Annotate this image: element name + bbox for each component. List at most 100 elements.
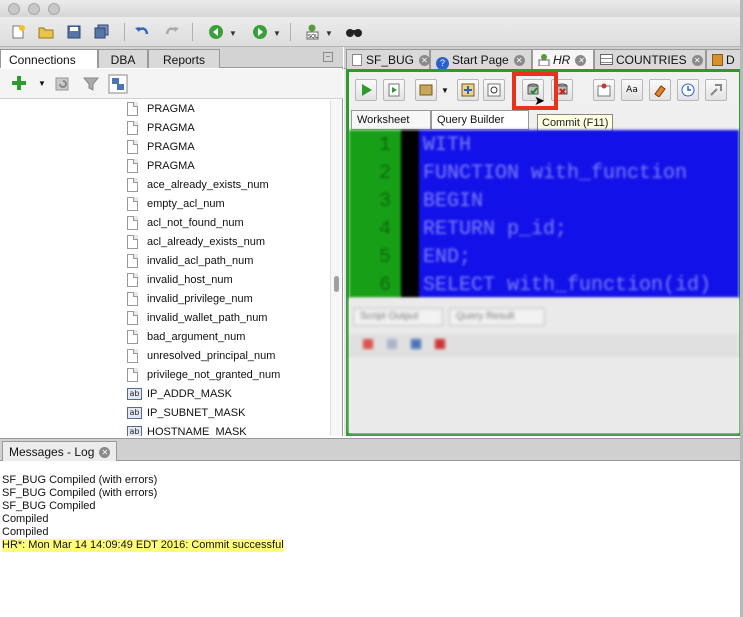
worksheet-frame: ▼ Aa ➤ Commit (F11) Worksheet Query Buil…	[346, 69, 742, 436]
code-line: FUNCTION with_function	[423, 162, 688, 185]
tab-hr[interactable]: HR ✕	[532, 49, 594, 69]
tab-sf-bug-label: SF_BUG	[366, 53, 415, 67]
forward-dropdown-icon[interactable]: ▼	[273, 29, 281, 38]
close-icon[interactable]: ✕	[99, 447, 111, 458]
tab-sf-bug[interactable]: SF_BUG ✕	[346, 49, 431, 69]
tab-hr-label: HR	[553, 53, 571, 67]
tools-icon[interactable]	[705, 79, 727, 101]
sql-code-editor[interactable]: 1 WITH 2 FUNCTION with_function 3 BEGIN …	[349, 130, 739, 298]
autotrace-icon[interactable]	[415, 79, 437, 101]
line-number: 5	[379, 246, 392, 269]
tree-item[interactable]: bad_argument_num	[127, 328, 245, 346]
tree-item[interactable]: unresolved_principal_num	[127, 347, 275, 365]
close-icon[interactable]: ✕	[419, 55, 431, 66]
tab-dba[interactable]: DBA	[98, 49, 148, 68]
save-output-icon[interactable]	[411, 339, 421, 349]
tree-item-label: ace_already_exists_num	[147, 179, 269, 191]
tab-worksheet[interactable]: Worksheet	[351, 110, 431, 130]
close-icon[interactable]: ✕	[691, 55, 703, 66]
run-script-icon[interactable]	[383, 79, 405, 101]
clear-output-icon[interactable]	[387, 339, 397, 349]
code-line: END;	[423, 246, 472, 269]
minimize-panel-icon[interactable]: –	[323, 52, 333, 62]
find-icon[interactable]	[344, 22, 364, 42]
save-all-icon[interactable]	[92, 22, 112, 42]
tree-item[interactable]: ace_already_exists_num	[127, 176, 269, 194]
add-connection-icon[interactable]	[10, 74, 28, 95]
save-icon[interactable]	[64, 22, 84, 42]
filter-icon[interactable]	[82, 75, 100, 96]
redo-icon[interactable]	[162, 22, 182, 42]
sql-worksheet-icon[interactable]: SQL	[302, 22, 322, 42]
tree-item[interactable]: PRAGMA	[127, 157, 195, 175]
tree-item[interactable]: invalid_wallet_path_num	[127, 309, 267, 327]
tree-item[interactable]: invalid_privilege_num	[127, 290, 253, 308]
table-icon	[600, 54, 613, 65]
close-icon[interactable]: ✕	[575, 55, 587, 66]
run-statement-icon[interactable]	[355, 79, 377, 101]
back-dropdown-icon[interactable]: ▼	[229, 29, 237, 38]
toolbar-separator	[290, 23, 291, 41]
refresh-icon[interactable]	[54, 75, 72, 96]
tab-countries[interactable]: COUNTRIES ✕	[594, 49, 706, 69]
explain-plan-icon[interactable]	[457, 79, 479, 101]
tree-item[interactable]: privilege_not_granted_num	[127, 366, 280, 384]
log-line-commit-success: HR*: Mon Mar 14 14:09:49 EDT 2016: Commi…	[2, 539, 284, 552]
tab-messages-log[interactable]: Messages - Log ✕	[2, 441, 118, 461]
tree-item[interactable]: ab HOSTNAME_MASK	[127, 423, 247, 436]
stop-icon[interactable]	[363, 339, 373, 349]
clear-icon[interactable]	[649, 79, 671, 101]
toolbar-separator	[124, 23, 125, 41]
tab-query-builder[interactable]: Query Builder	[431, 110, 529, 130]
autotrace-dropdown-icon[interactable]: ▼	[441, 86, 449, 95]
history-icon[interactable]	[677, 79, 699, 101]
tab-reports[interactable]: Reports	[148, 49, 220, 68]
new-file-icon[interactable]	[8, 22, 28, 42]
tree-item-label: PRAGMA	[147, 141, 195, 153]
open-icon[interactable]	[36, 22, 56, 42]
add-connection-dropdown-icon[interactable]: ▼	[38, 79, 46, 88]
tree-item[interactable]: invalid_host_num	[127, 271, 233, 289]
back-icon[interactable]	[206, 22, 226, 42]
tree-item[interactable]: ab IP_ADDR_MASK	[127, 385, 232, 403]
tree-item[interactable]: empty_acl_num	[127, 195, 225, 213]
tab-start-page[interactable]: ? Start Page ✕	[430, 49, 532, 70]
schema-browser-icon[interactable]	[108, 74, 128, 97]
tree-item[interactable]: ab IP_SUBNET_MASK	[127, 404, 245, 422]
close-window-button[interactable]	[8, 3, 20, 15]
tab-script-output[interactable]: Script Output	[353, 308, 443, 326]
tree-item[interactable]: PRAGMA	[127, 138, 195, 156]
tree-item[interactable]: PRAGMA	[127, 100, 195, 118]
query-plan-icon[interactable]	[483, 79, 505, 101]
log-line: Compiled	[2, 526, 49, 538]
tree-item[interactable]: PRAGMA	[127, 119, 195, 137]
tree-item[interactable]: invalid_acl_path_num	[127, 252, 253, 270]
sql-worksheet-dropdown-icon[interactable]: ▼	[325, 29, 333, 38]
tab-query-result[interactable]: Query Result	[449, 308, 545, 326]
undo-icon[interactable]	[132, 22, 152, 42]
tree-item-label: unresolved_principal_num	[147, 350, 276, 362]
log-line: SF_BUG Compiled (with errors)	[2, 474, 158, 486]
tree-item[interactable]: acl_already_exists_num	[127, 233, 265, 251]
print-output-icon[interactable]	[435, 339, 445, 349]
scrollbar-thumb[interactable]	[334, 276, 339, 292]
log-line: Compiled	[2, 513, 49, 525]
sql-tuning-icon[interactable]	[593, 79, 615, 101]
format-case-icon[interactable]: Aa	[621, 79, 643, 101]
close-icon[interactable]: ✕	[513, 55, 525, 66]
forward-icon[interactable]	[250, 22, 270, 42]
line-number-gutter	[349, 130, 401, 298]
tree-item-label: invalid_wallet_path_num	[147, 312, 268, 324]
minimize-window-button[interactable]	[28, 3, 40, 15]
zoom-window-button[interactable]	[48, 3, 60, 15]
tree-scrollbar[interactable]	[330, 100, 342, 436]
tree-item-label: HOSTNAME_MASK	[147, 426, 247, 436]
tab-messages-log-label: Messages - Log	[9, 445, 95, 459]
tab-d[interactable]: D	[706, 49, 743, 69]
code-line: BEGIN	[423, 190, 484, 213]
tree-item[interactable]: acl_not_found_num	[127, 214, 244, 232]
toolbar-separator	[192, 23, 193, 41]
messages-tabbar: Messages - Log ✕	[0, 439, 743, 461]
tree-item-label: acl_not_found_num	[147, 217, 244, 229]
tab-connections[interactable]: Connections✕	[0, 49, 98, 80]
